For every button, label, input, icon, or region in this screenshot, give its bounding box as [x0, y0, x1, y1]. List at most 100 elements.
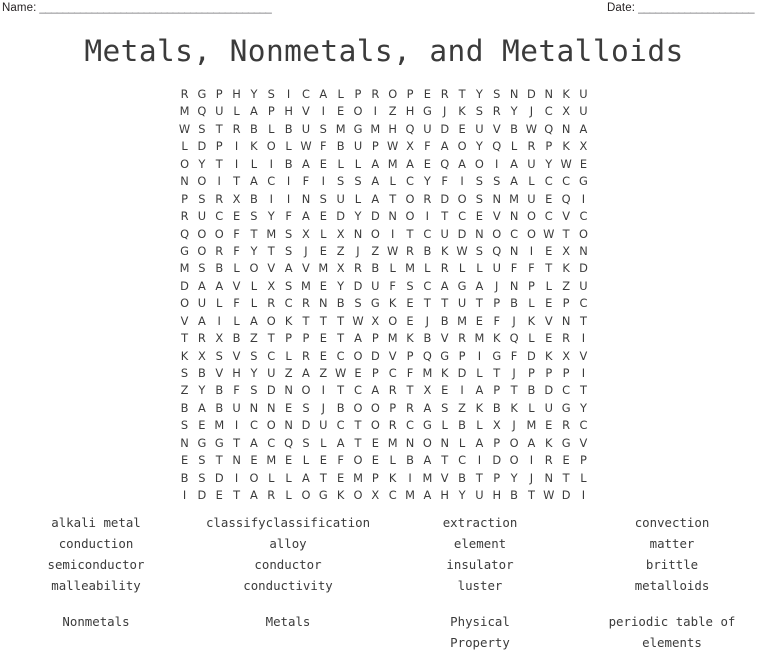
grid-cell[interactable]: N — [471, 226, 488, 243]
grid-cell[interactable]: F — [228, 243, 245, 260]
grid-cell[interactable]: P — [211, 138, 228, 155]
grid-cell[interactable]: W — [523, 121, 540, 138]
grid-cell[interactable]: G — [419, 417, 436, 434]
grid-cell[interactable]: J — [297, 243, 314, 260]
grid-cell[interactable]: P — [540, 365, 557, 382]
grid-cell[interactable]: N — [245, 400, 262, 417]
grid-cell[interactable]: T — [401, 226, 418, 243]
grid-cell[interactable]: E — [436, 382, 453, 399]
grid-cell[interactable]: M — [263, 452, 280, 469]
grid-cell[interactable]: I — [315, 382, 332, 399]
word-list-item[interactable]: semiconductor — [48, 554, 145, 575]
grid-cell[interactable]: B — [488, 400, 505, 417]
grid-cell[interactable]: C — [419, 278, 436, 295]
grid-cell[interactable]: M — [211, 417, 228, 434]
grid-cell[interactable]: T — [471, 470, 488, 487]
grid-cell[interactable]: I — [228, 138, 245, 155]
grid-cell[interactable]: L — [349, 191, 366, 208]
grid-cell[interactable]: O — [349, 400, 366, 417]
grid-cell[interactable]: Z — [384, 103, 401, 120]
grid-cell[interactable]: N — [488, 191, 505, 208]
grid-cell[interactable]: X — [332, 260, 349, 277]
grid-cell[interactable]: X — [401, 138, 418, 155]
grid-cell[interactable]: Y — [505, 470, 522, 487]
word-list-item[interactable]: periodic table of elements — [609, 611, 736, 653]
grid-cell[interactable]: Q — [540, 121, 557, 138]
grid-cell[interactable]: X — [557, 243, 574, 260]
grid-cell[interactable]: W — [332, 365, 349, 382]
grid-cell[interactable]: K — [384, 470, 401, 487]
grid-cell[interactable]: L — [471, 260, 488, 277]
grid-cell[interactable]: O — [384, 313, 401, 330]
grid-cell[interactable]: K — [245, 138, 262, 155]
grid-cell[interactable]: Y — [575, 400, 592, 417]
grid-cell[interactable]: L — [280, 348, 297, 365]
grid-cell[interactable]: E — [367, 452, 384, 469]
grid-cell[interactable]: O — [297, 382, 314, 399]
grid-cell[interactable]: R — [436, 260, 453, 277]
grid-cell[interactable]: P — [557, 295, 574, 312]
grid-cell[interactable]: K — [540, 435, 557, 452]
grid-cell[interactable]: E — [557, 452, 574, 469]
grid-cell[interactable]: V — [575, 348, 592, 365]
grid-cell[interactable]: P — [488, 295, 505, 312]
grid-cell[interactable]: T — [228, 435, 245, 452]
grid-cell[interactable]: A — [505, 156, 522, 173]
grid-cell[interactable]: M — [419, 365, 436, 382]
grid-cell[interactable]: O — [349, 487, 366, 504]
grid-cell[interactable]: T — [557, 226, 574, 243]
grid-cell[interactable]: Q — [436, 156, 453, 173]
grid-cell[interactable]: S — [488, 86, 505, 103]
grid-cell[interactable]: N — [505, 208, 522, 225]
grid-cell[interactable]: E — [367, 435, 384, 452]
grid-cell[interactable]: U — [297, 121, 314, 138]
grid-cell[interactable]: S — [280, 226, 297, 243]
grid-cell[interactable]: R — [297, 295, 314, 312]
grid-cell[interactable]: R — [488, 103, 505, 120]
grid-cell[interactable]: E — [176, 452, 193, 469]
grid-cell[interactable]: L — [228, 313, 245, 330]
grid-cell[interactable]: B — [280, 121, 297, 138]
grid-cell[interactable]: P — [523, 365, 540, 382]
grid-cell[interactable]: I — [211, 313, 228, 330]
grid-cell[interactable]: F — [228, 295, 245, 312]
grid-cell[interactable]: C — [401, 417, 418, 434]
word-list-item[interactable]: insulator — [446, 554, 513, 575]
grid-cell[interactable]: L — [297, 452, 314, 469]
grid-cell[interactable]: D — [540, 382, 557, 399]
grid-cell[interactable]: H — [384, 121, 401, 138]
grid-cell[interactable]: U — [471, 487, 488, 504]
grid-cell[interactable]: A — [245, 487, 262, 504]
grid-cell[interactable]: X — [488, 417, 505, 434]
grid-cell[interactable]: W — [349, 313, 366, 330]
grid-cell[interactable]: G — [367, 295, 384, 312]
grid-cell[interactable]: J — [523, 103, 540, 120]
grid-cell[interactable]: D — [367, 208, 384, 225]
grid-cell[interactable]: E — [401, 313, 418, 330]
grid-cell[interactable]: L — [228, 103, 245, 120]
grid-cell[interactable]: Y — [245, 243, 262, 260]
grid-cell[interactable]: N — [280, 417, 297, 434]
grid-cell[interactable]: R — [384, 382, 401, 399]
grid-cell[interactable]: T — [176, 330, 193, 347]
grid-cell[interactable]: G — [557, 435, 574, 452]
word-list-item[interactable]: classifyclassification — [206, 512, 370, 533]
grid-cell[interactable]: V — [384, 348, 401, 365]
grid-cell[interactable]: D — [488, 452, 505, 469]
grid-cell[interactable]: C — [540, 208, 557, 225]
grid-cell[interactable]: P — [367, 365, 384, 382]
grid-cell[interactable]: E — [540, 330, 557, 347]
grid-cell[interactable]: A — [332, 435, 349, 452]
grid-cell[interactable]: C — [453, 452, 470, 469]
grid-cell[interactable]: C — [263, 435, 280, 452]
grid-cell[interactable]: T — [349, 417, 366, 434]
grid-cell[interactable]: E — [315, 278, 332, 295]
grid-cell[interactable]: B — [436, 313, 453, 330]
grid-cell[interactable]: U — [540, 400, 557, 417]
grid-cell[interactable]: N — [540, 86, 557, 103]
grid-cell[interactable]: Y — [471, 86, 488, 103]
grid-cell[interactable]: L — [523, 173, 540, 190]
grid-cell[interactable]: S — [332, 173, 349, 190]
grid-cell[interactable]: C — [557, 173, 574, 190]
grid-cell[interactable]: R — [349, 260, 366, 277]
